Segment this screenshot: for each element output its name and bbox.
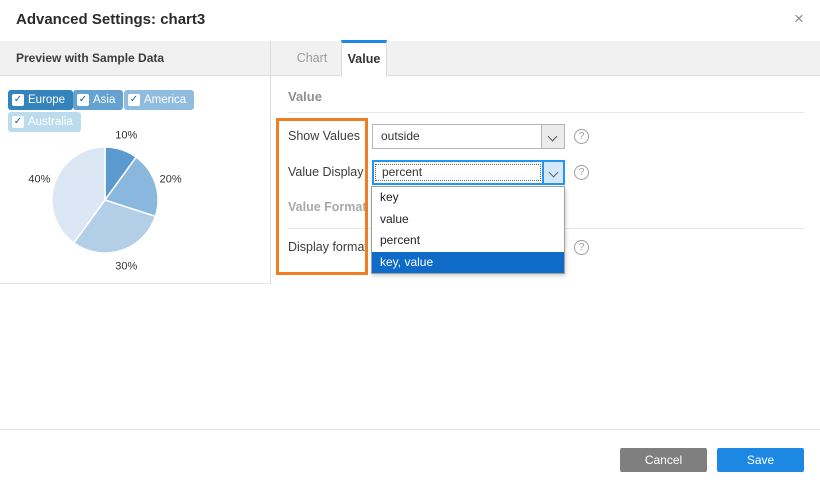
section-title-value: Value: [288, 89, 322, 104]
tab-value[interactable]: Value: [341, 40, 387, 77]
legend-item-europe[interactable]: ✓ Europe: [8, 90, 73, 110]
checkbox-checked-icon[interactable]: ✓: [12, 94, 24, 106]
pie-slice-label: 30%: [115, 261, 137, 273]
option-value[interactable]: value: [372, 209, 564, 231]
help-icon[interactable]: ?: [574, 129, 589, 144]
show-values-select[interactable]: outside: [372, 124, 565, 149]
pie-slice-label: 10%: [115, 129, 137, 141]
pie-slice-label: 40%: [28, 174, 50, 186]
show-values-select-arrow[interactable]: [541, 125, 564, 148]
pie-chart: 10% 20% 30% 40%: [20, 120, 200, 285]
show-values-selected: outside: [373, 125, 541, 148]
option-key-value[interactable]: key, value: [372, 252, 564, 274]
option-key[interactable]: key: [372, 187, 564, 209]
close-icon[interactable]: ×: [788, 8, 810, 30]
legend-label: Europe: [28, 90, 65, 110]
value-display-select-arrow[interactable]: [542, 162, 563, 183]
checkbox-checked-icon[interactable]: ✓: [77, 94, 89, 106]
option-percent[interactable]: percent: [372, 230, 564, 252]
subsection-title-value-format: Value Format: [288, 200, 367, 214]
focus-outline: [375, 164, 541, 181]
tab-chart[interactable]: Chart: [283, 41, 341, 75]
chevron-down-icon: [548, 132, 558, 142]
pie-slice-label: 20%: [160, 174, 182, 186]
chevron-down-icon: [549, 168, 559, 178]
legend-label: America: [144, 90, 186, 110]
help-icon[interactable]: ?: [574, 240, 589, 255]
value-display-select[interactable]: percent: [372, 160, 565, 185]
legend-item-asia[interactable]: ✓ Asia: [73, 90, 123, 110]
checkbox-checked-icon[interactable]: ✓: [128, 94, 140, 106]
cancel-button[interactable]: Cancel: [620, 448, 707, 472]
label-show-values: Show Values: [288, 129, 360, 143]
panel-divider-vertical: [270, 41, 271, 284]
save-button[interactable]: Save: [717, 448, 804, 472]
help-icon[interactable]: ?: [574, 165, 589, 180]
dialog-header: Advanced Settings: chart3 ×: [0, 0, 820, 41]
legend-label: Asia: [93, 90, 115, 110]
dialog-title: Advanced Settings: chart3: [16, 11, 205, 28]
label-value-display: Value Display: [288, 165, 364, 179]
preview-header: Preview with Sample Data: [16, 51, 164, 65]
section-divider: [288, 112, 804, 113]
footer-divider: [0, 429, 820, 430]
value-display-selected: percent: [374, 162, 542, 183]
legend-item-america[interactable]: ✓ America: [124, 90, 194, 110]
value-display-option-list: key value percent key, value: [371, 186, 565, 274]
label-display-format: Display format: [288, 240, 368, 254]
